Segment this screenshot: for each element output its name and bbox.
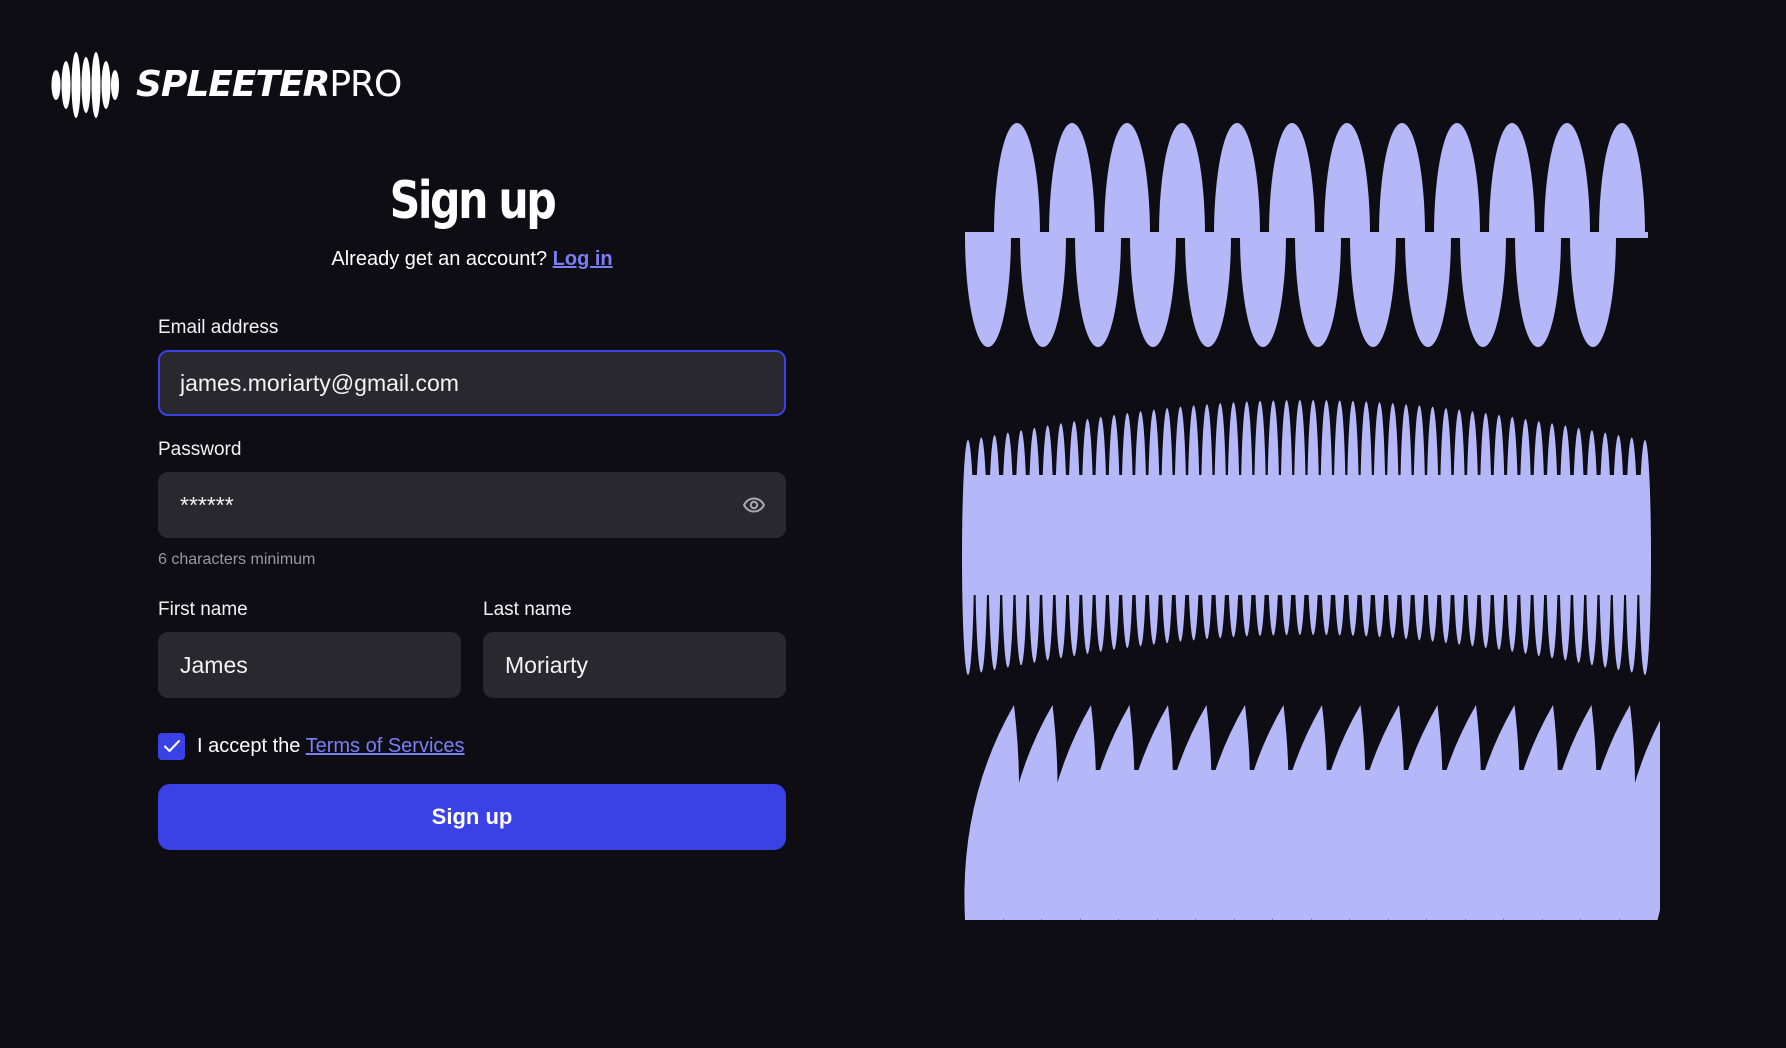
- waveform-illustration: [962, 123, 1660, 920]
- signup-button[interactable]: Sign up: [158, 784, 786, 850]
- soundwave-logo-icon: [51, 52, 119, 118]
- waveform-spikes: [962, 400, 1651, 675]
- password-hint: 6 characters minimum: [158, 551, 316, 568]
- email-label: Email address: [158, 317, 279, 338]
- waveform-ovals: [965, 123, 1648, 347]
- terms-row: I accept the Terms of Services: [158, 732, 786, 760]
- last-name-value: Moriarty: [505, 651, 589, 678]
- last-name-group: Last name Moriarty: [483, 598, 786, 698]
- signup-form: Sign up Already get an account? Log in E…: [158, 170, 786, 850]
- password-value: ******: [180, 491, 234, 518]
- eye-icon[interactable]: [742, 493, 766, 517]
- page-title: Sign up: [389, 171, 557, 231]
- brand-name-bold: SPLEETER: [136, 64, 330, 105]
- terms-text: I accept the Terms of Services: [197, 735, 465, 758]
- email-field[interactable]: james.moriarty@gmail.com: [158, 350, 786, 416]
- first-name-group: First name James: [158, 598, 461, 698]
- last-name-field[interactable]: Moriarty: [483, 632, 786, 698]
- login-link[interactable]: Log in: [553, 248, 613, 270]
- signup-page: SPLEETERPRO Sign up Already get an accou…: [0, 0, 1786, 1048]
- email-value: james.moriarty@gmail.com: [180, 369, 459, 396]
- waveform-slanted: [964, 705, 1660, 920]
- check-icon: [163, 740, 180, 752]
- password-label: Password: [158, 439, 242, 460]
- first-name-field[interactable]: James: [158, 632, 461, 698]
- terms-checkbox[interactable]: [158, 732, 185, 760]
- terms-link[interactable]: Terms of Services: [306, 735, 465, 757]
- first-name-label: First name: [158, 599, 248, 620]
- brand-wordmark: SPLEETERPRO: [136, 64, 402, 105]
- terms-prefix: I accept the: [197, 734, 301, 757]
- first-name-value: James: [180, 651, 248, 678]
- login-prompt: Already get an account? Log in: [158, 246, 786, 272]
- password-field[interactable]: ******: [158, 472, 786, 538]
- brand-logo[interactable]: SPLEETERPRO: [50, 50, 402, 120]
- brand-name-light: PRO: [329, 64, 402, 105]
- last-name-label: Last name: [483, 599, 572, 620]
- name-row: First name James Last name Moriarty: [158, 598, 786, 698]
- login-prompt-text: Already get an account?: [331, 248, 548, 270]
